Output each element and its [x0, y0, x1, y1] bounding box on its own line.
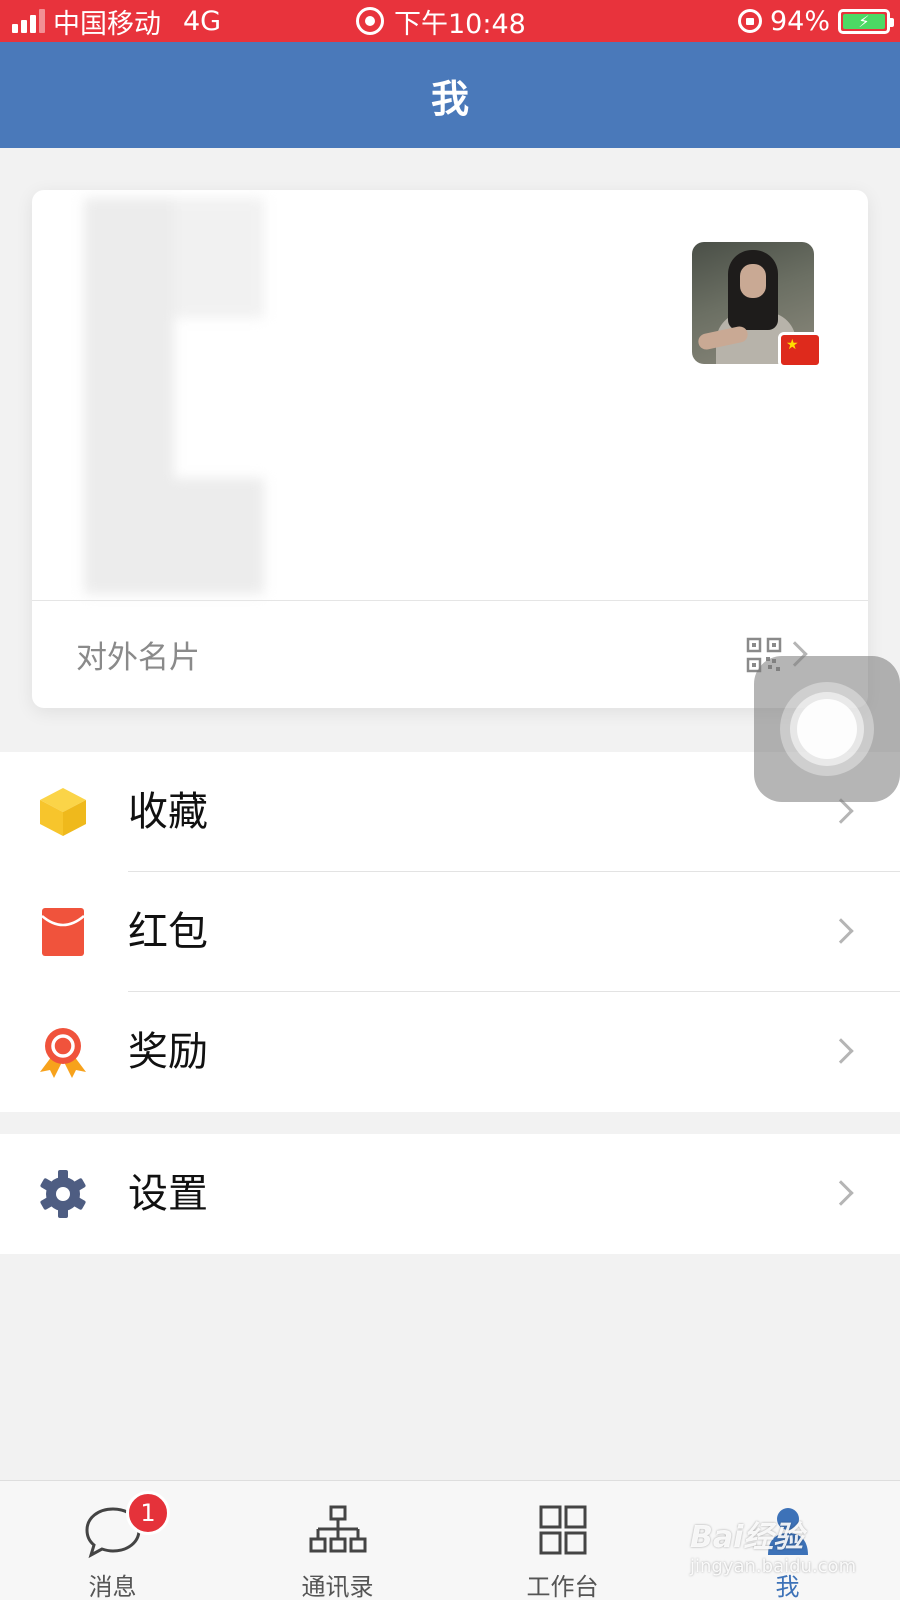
menu-item-label: 红包 [128, 909, 208, 955]
status-time: 下午10:48 [394, 8, 526, 40]
menu-item-label: 奖励 [128, 1029, 208, 1075]
page-title: 我 [430, 76, 469, 121]
blurred-profile-info [54, 198, 314, 594]
unread-badge: 1 [126, 1491, 170, 1535]
rotation-lock-icon [737, 9, 762, 33]
chevron-right-icon [828, 1180, 854, 1206]
tab-workbench[interactable]: 工作台 [450, 1481, 675, 1600]
tab-label: 消息 [88, 1573, 137, 1600]
grid-icon [539, 1505, 586, 1555]
menu-item-label: 收藏 [128, 789, 208, 835]
external-card-label: 对外名片 [76, 640, 200, 676]
menu-item-settings[interactable]: 设置 [0, 1134, 900, 1254]
battery-icon: ⚡ [838, 8, 894, 34]
screen-record-icon [356, 7, 384, 35]
external-card-row[interactable]: 对外名片 [32, 601, 868, 708]
baidu-watermark: Bai经验 jingyan.baidu.com [690, 1512, 870, 1582]
chevron-right-icon [828, 918, 854, 944]
menu-item-label: 设置 [128, 1171, 208, 1217]
profile-card[interactable]: ★ 对外名片 [32, 190, 868, 708]
org-chart-icon [309, 1505, 366, 1553]
red-envelope-icon [41, 908, 85, 956]
chevron-right-icon [828, 1038, 854, 1064]
status-right: 94% ⚡ [737, 0, 894, 42]
status-left: 中国移动 4G [12, 0, 221, 42]
tab-messages[interactable]: 1 消息 [0, 1481, 225, 1600]
watermark-brand: Bai经验 [690, 1520, 804, 1555]
status-bar: 中国移动 4G 下午10:48 94% ⚡ [0, 0, 900, 42]
menu-group-settings: 设置 [0, 1134, 900, 1254]
menu-group-main: 收藏 红包 奖励 [0, 752, 900, 1112]
menu-item-rewards[interactable]: 奖励 [0, 992, 900, 1112]
gear-icon [40, 1170, 86, 1218]
network-type: 4G [183, 5, 222, 37]
menu-item-red-packet[interactable]: 红包 [0, 872, 900, 992]
tab-label: 工作台 [526, 1573, 599, 1600]
flag-icon: ★ [778, 332, 822, 368]
signal-icon [12, 9, 45, 33]
tab-label: 通讯录 [301, 1573, 374, 1600]
tab-contacts[interactable]: 通讯录 [225, 1481, 450, 1600]
chevron-right-icon [828, 798, 854, 824]
carrier-name: 中国移动 [53, 8, 161, 40]
watermark-url: jingyan.baidu.com [690, 1556, 857, 1577]
status-center: 下午10:48 [356, 0, 526, 42]
assistive-touch-button[interactable] [754, 656, 900, 802]
box-icon [40, 788, 86, 836]
award-ribbon-icon [40, 1028, 86, 1078]
nav-header: 我 [0, 42, 900, 148]
battery-percent: 94% [769, 5, 830, 37]
